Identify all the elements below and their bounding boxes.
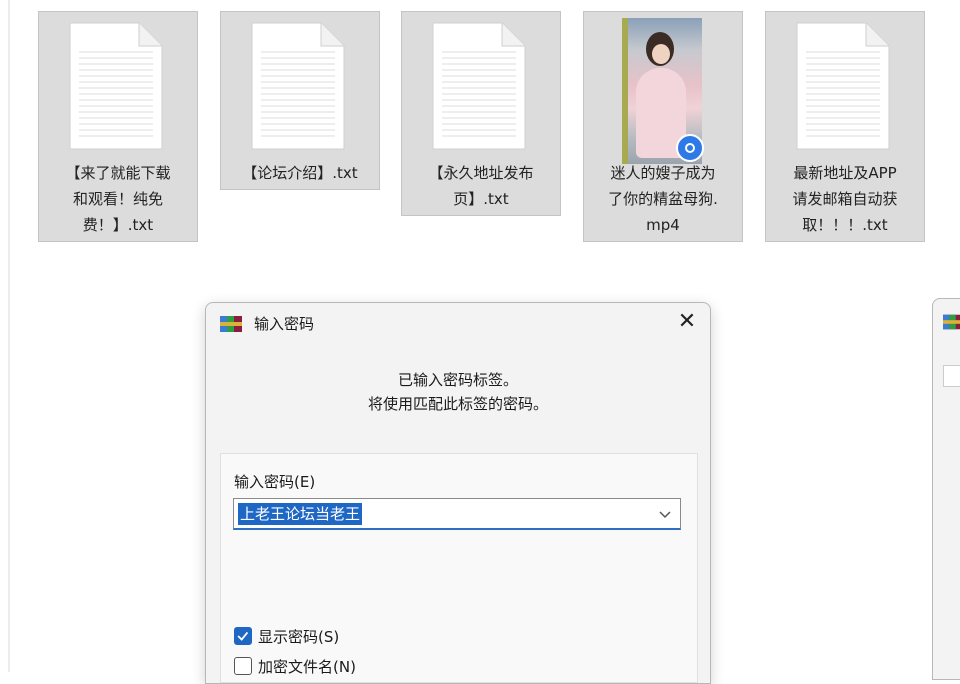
text-file-icon [251, 22, 345, 150]
dialog-message: 已输入密码标签。 [397, 371, 518, 389]
file-tile[interactable]: 【论坛介绍】.txt [220, 11, 380, 190]
file-name: 【论坛介绍】.txt [242, 164, 358, 182]
password-input[interactable]: 上老王论坛当老王 [238, 503, 363, 525]
text-file-icon [432, 22, 526, 150]
file-name: 【来了就能下载 和观看！纯免 费！】.txt [65, 164, 171, 234]
show-password-checkbox[interactable] [234, 627, 252, 645]
file-tile[interactable]: 最新地址及APP 请发邮箱自动获 取！！！.txt [765, 11, 925, 242]
file-name: 【永久地址发布 页】.txt [428, 164, 534, 208]
dialog-message: 将使用匹配此标签的密码。 [367, 395, 548, 413]
text-file-icon [796, 22, 890, 150]
background-dialog-field [943, 365, 960, 387]
winrar-icon [220, 316, 242, 332]
show-password-label: 显示密码(S) [258, 628, 340, 646]
check-icon [237, 631, 249, 641]
password-combobox[interactable]: 上老王论坛当老王 [233, 498, 681, 530]
file-tile[interactable]: 【来了就能下载 和观看！纯免 费！】.txt [38, 11, 198, 242]
password-dialog: 输入密码 ✕ 已输入密码标签。 将使用匹配此标签的密码。 输入密码(E) 上老王… [205, 302, 711, 684]
text-file-icon [69, 22, 163, 150]
file-name: 迷人的嫂子成为 了你的精盆母狗. mp4 [608, 164, 718, 234]
encrypt-names-label: 加密文件名(N) [258, 658, 356, 676]
close-icon[interactable]: ✕ [672, 307, 702, 337]
dialog-title: 输入密码 [254, 315, 315, 333]
file-tile[interactable]: 【永久地址发布 页】.txt [401, 11, 561, 216]
window-left-edge [8, 0, 10, 672]
thumbnail-face [652, 44, 670, 64]
chevron-down-icon[interactable] [656, 505, 674, 523]
file-name: 最新地址及APP 请发邮箱自动获 取！！！.txt [792, 164, 898, 234]
encrypt-names-checkbox[interactable] [234, 657, 252, 675]
thumbnail-strip [622, 18, 628, 164]
winrar-icon [943, 314, 960, 330]
background-dialog [932, 298, 960, 680]
password-label: 输入密码(E) [234, 473, 316, 491]
file-tile[interactable]: 迷人的嫂子成为 了你的精盆母狗. mp4 [583, 11, 743, 242]
media-player-icon [676, 134, 704, 162]
